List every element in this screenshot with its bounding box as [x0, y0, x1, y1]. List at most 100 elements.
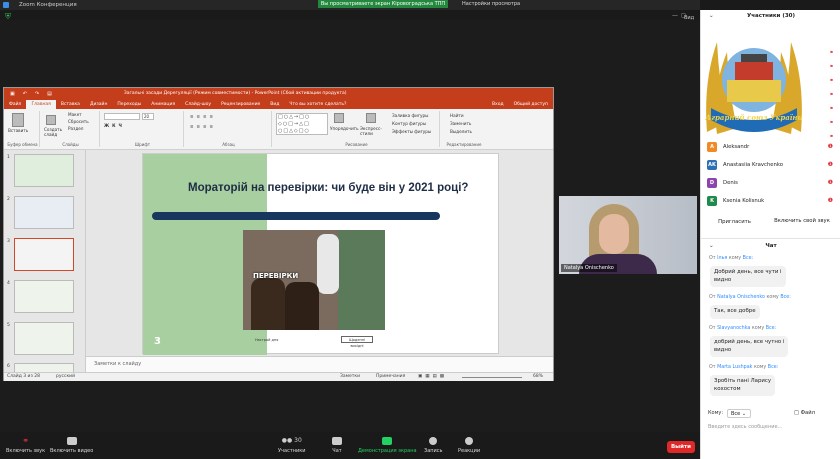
recipient[interactable]: Все: — [768, 365, 779, 370]
new-slide-icon[interactable] — [46, 115, 56, 125]
recipient[interactable]: Все: — [766, 326, 777, 331]
create-slide-button[interactable]: Создать слайд — [44, 127, 64, 137]
tab-view[interactable]: Вид — [265, 100, 284, 109]
layout-button[interactable]: Макет — [68, 112, 82, 117]
muted-mic-icon[interactable]: ❶ — [828, 161, 833, 168]
reset-button[interactable]: Сбросить — [68, 119, 89, 124]
sender-name[interactable]: Ілья — [717, 256, 727, 261]
sender-name[interactable]: Slavyanochka — [717, 326, 750, 331]
align-buttons[interactable]: ≡≡≡≡ — [190, 124, 216, 129]
arrange-button[interactable]: Упорядочить — [330, 126, 359, 131]
participants-count: 30 — [294, 437, 302, 444]
slide-thumbnail-4[interactable] — [14, 280, 74, 313]
thumb-number: 2 — [7, 197, 10, 202]
share-link[interactable]: Общий доступ — [509, 100, 553, 109]
comments-button[interactable]: Примечания — [376, 374, 405, 379]
slide-thumbnail-3[interactable] — [14, 238, 74, 271]
tab-file[interactable]: Файл — [4, 100, 26, 109]
participant-row[interactable]: A Aleksandr ❶ — [707, 140, 835, 153]
participant-name: Aleksandr — [723, 143, 750, 150]
chevron-down-icon[interactable]: ⌄ — [709, 13, 714, 19]
chevron-down-icon[interactable]: ⌄ — [709, 243, 714, 249]
from-label: От — [709, 365, 716, 370]
quick-styles-icon[interactable] — [366, 113, 376, 123]
recipient[interactable]: Все: — [780, 295, 791, 300]
quick-styles-button[interactable]: Экспресс-стили — [360, 126, 384, 136]
sender-name[interactable]: Natalya Onischenko — [717, 295, 765, 300]
file-button[interactable]: □ Файл — [794, 410, 815, 416]
paste-button[interactable]: Вставить — [8, 128, 28, 133]
zoom-app-icon — [3, 2, 9, 8]
tab-insert[interactable]: Вставка — [56, 100, 85, 109]
file-icon: □ — [794, 410, 799, 416]
tab-slideshow[interactable]: Слайд-шоу — [180, 100, 216, 109]
tab-transitions[interactable]: Переходы — [112, 100, 146, 109]
language-indicator[interactable]: русский — [56, 374, 75, 379]
slide-thumbnail-1[interactable] — [14, 154, 74, 187]
record-button[interactable]: Запись — [424, 437, 442, 454]
leave-button[interactable]: Выйти — [667, 441, 695, 453]
sign-in-link[interactable]: Вход — [487, 100, 509, 109]
chat-message-header: От Natalya Onischenko кому Все: — [709, 295, 791, 300]
image-link[interactable]: Щоденні вихідні — [341, 336, 373, 348]
chat-button[interactable]: Чат — [332, 437, 342, 454]
slide-thumbnail-5[interactable] — [14, 322, 74, 355]
quick-access-icons[interactable]: ▣↶↷▤ — [10, 91, 60, 97]
speaker-video[interactable]: Natalya Onischenko — [559, 196, 697, 274]
tab-design[interactable]: Дизайн — [85, 100, 112, 109]
participants-header: ⌄ Участники (30) — [701, 13, 840, 19]
slide-notes[interactable]: Заметки к слайду — [86, 356, 553, 372]
recipient[interactable]: Все: — [743, 256, 754, 261]
slide-image[interactable]: ПЕРЕВІРКИ — [243, 230, 385, 330]
video-person-face — [599, 214, 629, 254]
paragraph-buttons[interactable]: ≡≡≡≡ — [190, 114, 216, 119]
zoom-slider[interactable] — [462, 377, 522, 378]
participant-name: Ksenia Kolisnuk — [723, 197, 765, 204]
video-label: Включить видео — [50, 448, 94, 454]
share-screen-button[interactable]: Демонстрация экрана — [358, 437, 417, 454]
start-video-button[interactable]: Включить видео — [50, 437, 93, 454]
muted-mic-icon[interactable]: ❶ — [828, 197, 833, 204]
participant-row[interactable]: K Ksenia Kolisnuk ❶ — [707, 194, 835, 207]
share-screen-icon — [382, 437, 393, 445]
replace-button[interactable]: Заменить — [450, 121, 471, 126]
paste-icon[interactable] — [12, 113, 24, 127]
speaker-name: Natalya Onischenko — [561, 264, 617, 272]
current-slide[interactable]: 3 Мораторій на перевірки: чи буде він у … — [142, 153, 499, 355]
font-format-buttons[interactable]: ЖКЧ — [104, 123, 125, 128]
slide-thumbnail-2[interactable] — [14, 196, 74, 229]
tell-me-search[interactable]: Что вы хотите сделать? — [284, 100, 351, 109]
participant-row[interactable]: D Denis ❶ — [707, 176, 835, 189]
participants-button[interactable]: ●● 30 Участники — [278, 437, 306, 454]
slide-thumbnail-6[interactable] — [14, 363, 74, 372]
unmute-button[interactable]: ⚭ Включить звук — [6, 437, 45, 455]
font-size-select[interactable]: 20 — [142, 113, 154, 120]
muted-mic-icon[interactable]: ❶ — [828, 143, 833, 150]
view-options-button[interactable]: Настройки просмотра — [462, 0, 520, 9]
shape-fill-button[interactable]: Заливка фигуры — [392, 113, 429, 118]
participant-row[interactable]: AK Anastasiia Kravchenko ❶ — [707, 158, 835, 171]
invite-button[interactable]: Пригласить — [707, 215, 762, 227]
recipient-select[interactable]: Все ⌄ — [727, 409, 751, 418]
notes-button[interactable]: Заметки — [340, 374, 360, 379]
shapes-gallery[interactable]: □○△→□○ ◇○□→△□ ○□△◇□○ — [276, 113, 328, 135]
arrange-icon[interactable] — [334, 113, 344, 123]
shape-outline-button[interactable]: Контур фигуры — [392, 121, 426, 126]
muted-mic-icon[interactable]: ❶ — [828, 179, 833, 186]
chat-input[interactable]: Введите здесь сообщение... — [708, 424, 834, 430]
find-button[interactable]: Найти — [450, 113, 464, 118]
view-buttons[interactable]: ▣▦▤▩ — [418, 374, 447, 379]
participant-mic-icons[interactable]: ⚭ ⚭ ⚭ ⚭ ⚭ ⚭ ⚭ — [829, 46, 834, 144]
slide-title[interactable]: Мораторій на перевірки: чи буде він у 20… — [188, 182, 488, 194]
zoom-level[interactable]: 68% — [533, 374, 543, 379]
unmute-self-button[interactable]: Включить свой звук — [767, 215, 837, 227]
section-button[interactable]: Раздел — [68, 126, 83, 131]
tab-animations[interactable]: Анимация — [146, 100, 180, 109]
shape-effects-button[interactable]: Эффекты фигуры — [392, 129, 431, 134]
font-name-select[interactable] — [104, 113, 140, 120]
tab-home[interactable]: Главная — [26, 100, 56, 109]
select-button[interactable]: Выделить — [450, 129, 472, 134]
sender-name[interactable]: Marta Lushpak — [717, 365, 752, 370]
reactions-button[interactable]: Реакции — [458, 437, 480, 454]
tab-review[interactable]: Рецензирование — [216, 100, 265, 109]
